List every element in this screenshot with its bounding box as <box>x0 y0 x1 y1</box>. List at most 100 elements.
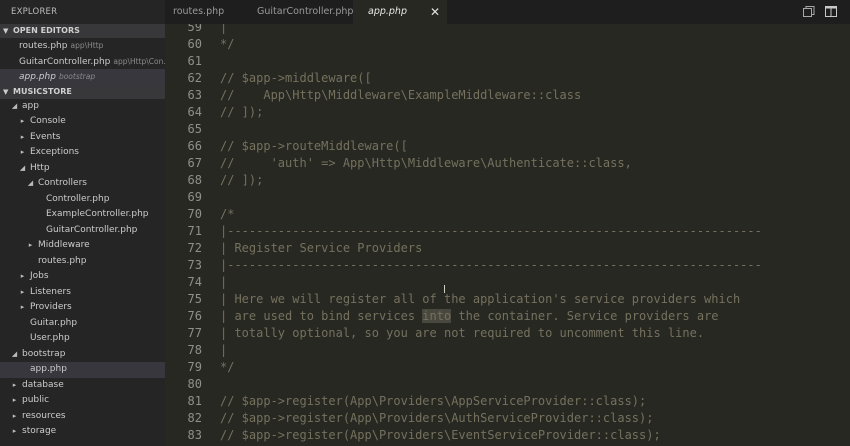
code-text: |---------------------------------------… <box>220 224 762 238</box>
code-text: // $app->routeMiddleware([ <box>220 139 408 153</box>
line-number: 65 <box>187 122 202 136</box>
tree-item-exceptions[interactable]: ▸ Exceptions <box>0 145 165 161</box>
line-number: 78 <box>187 343 202 357</box>
tree-item-jobs[interactable]: ▸ Jobs <box>0 269 165 285</box>
code-text: | totally optional, so you are not requi… <box>220 326 705 340</box>
code-text: // $app->middleware([ <box>220 71 372 85</box>
tree-item-providers[interactable]: ▸ Providers <box>0 300 165 316</box>
line-number: 72 <box>187 241 202 255</box>
code-line: 70 /* <box>165 206 850 223</box>
line-number: 67 <box>187 156 202 170</box>
open-editor-filename: GuitarController.php <box>19 56 111 67</box>
tree-item-label: app <box>22 100 39 111</box>
tree-item-routes-php[interactable]: routes.php <box>0 254 165 270</box>
tree-item-label: Console <box>30 116 66 126</box>
open-editor-item[interactable]: routes.php app\Http <box>0 38 165 54</box>
tree-item-label: database <box>22 379 64 390</box>
code-text: */ <box>220 360 235 374</box>
code-line: 59 | <box>165 24 850 36</box>
code-text: | <box>220 24 228 34</box>
open-editor-item[interactable]: GuitarController.php app\Http\Con... <box>0 54 165 70</box>
line-number: 71 <box>187 224 202 238</box>
tree-item-database[interactable]: ▸ database <box>0 378 165 394</box>
code-text: | <box>220 275 228 289</box>
line-number: 59 <box>187 24 202 34</box>
tree-item-label: Controller.php <box>46 193 110 204</box>
tree-item-label: Middleware <box>38 240 90 250</box>
tab-guitarcontroller[interactable]: GuitarController.php <box>249 0 353 24</box>
split-copy-icon[interactable] <box>803 6 815 17</box>
tree-item-label: Providers <box>30 302 72 312</box>
tree-item-bootstrap[interactable]: ◢ bootstrap <box>0 347 165 363</box>
line-number: 73 <box>187 258 202 272</box>
tree-item-public[interactable]: ▸ public <box>0 393 165 409</box>
code-line: 62 // $app->middleware([ <box>165 70 850 87</box>
close-icon[interactable]: ✕ <box>430 0 440 24</box>
code-line: 67 // 'auth' => App\Http\Middleware\Authe… <box>165 155 850 172</box>
tree-item-label: Exceptions <box>30 147 79 157</box>
tree-item-events[interactable]: ▸ Events <box>0 130 165 146</box>
line-number: 77 <box>187 326 202 340</box>
tree-item-app-php[interactable]: app.php <box>0 362 165 378</box>
code-text: // $app->register(App\Providers\AppServi… <box>220 394 647 408</box>
tree-item-label: resources <box>22 410 66 421</box>
code-text: | are used to bind services into the con… <box>220 309 719 323</box>
open-editor-filename: routes.php <box>19 41 68 51</box>
code-text: // 'auth' => App\Http\Middleware\Authent… <box>220 156 632 170</box>
tree-item-label: routes.php <box>38 255 87 266</box>
caret-right-icon: ▸ <box>20 287 25 296</box>
tree-item-label: public <box>22 395 50 405</box>
code-editor[interactable]: 59 | 60 */ 61 62 // $app->middleware([63 // App… <box>165 24 850 446</box>
code-line: 75 | Here we will register all of the app… <box>165 291 850 308</box>
tree-item-examplecontroller-php[interactable]: ExampleController.php <box>0 207 165 223</box>
tab-label: routes.php <box>173 6 225 17</box>
code-line: 68 // ]); <box>165 172 850 189</box>
tree-item-app[interactable]: ◢ app <box>0 99 165 115</box>
caret-down-icon: ◢ <box>27 179 34 187</box>
split-editor-icon[interactable] <box>825 6 837 17</box>
code-line: 79 */ <box>165 359 850 376</box>
code-line: 80 <box>165 376 850 393</box>
tree-item-label: User.php <box>30 333 70 343</box>
tab-bar: routes.php GuitarController.php app.php … <box>165 0 850 24</box>
open-editors-label: OPEN EDITORS <box>13 26 80 35</box>
project-header[interactable]: ▼ MUSICSTORE <box>0 84 165 99</box>
code-text: */ <box>220 37 235 51</box>
code-line: 69 <box>165 189 850 206</box>
tree-item-user-php[interactable]: User.php <box>0 331 165 347</box>
tree-item-label: storage <box>22 426 57 436</box>
caret-right-icon: ▸ <box>20 117 25 125</box>
code-line: 83 // $app->register(App\Providers\EventS… <box>165 427 850 444</box>
line-number: 79 <box>187 360 202 374</box>
tree-item-label: Jobs <box>30 271 49 281</box>
chevron-down-icon: ▼ <box>3 27 9 35</box>
tree-item-console[interactable]: ▸ Console <box>0 114 165 130</box>
open-editor-filename: app.php <box>19 72 56 82</box>
open-editor-item[interactable]: app.php bootstrap <box>0 69 165 85</box>
tree-item-listeners[interactable]: ▸ Listeners <box>0 285 165 301</box>
tree-item-label: Events <box>30 131 61 142</box>
tree-item-controller-php[interactable]: Controller.php <box>0 192 165 208</box>
tree-item-label: ExampleController.php <box>46 209 149 219</box>
tree-item-label: Controllers <box>38 178 87 188</box>
code-line: 82 // $app->register(App\Providers\AuthSe… <box>165 410 850 427</box>
code-text: /* <box>220 207 235 221</box>
tree-item-label: GuitarController.php <box>46 224 138 235</box>
open-editors-header[interactable]: ▼ OPEN EDITORS <box>0 24 165 38</box>
tree-item-middleware[interactable]: ▸ Middleware <box>0 238 165 254</box>
line-number: 82 <box>187 411 202 425</box>
caret-right-icon: ▸ <box>20 303 25 311</box>
tree-item-controllers[interactable]: ◢ Controllers <box>0 176 165 192</box>
tree-item-guitarcontroller-php[interactable]: GuitarController.php <box>0 223 165 239</box>
code-line: 61 <box>165 53 850 70</box>
tree-item-http[interactable]: ◢ Http <box>0 161 165 177</box>
line-number: 60 <box>187 37 202 51</box>
tree-item-label: Http <box>30 162 50 173</box>
tree-item-guitar-php[interactable]: Guitar.php <box>0 316 165 332</box>
open-editor-path: app\Http\Con... <box>113 56 165 66</box>
tree-item-storage[interactable]: ▸ storage <box>0 424 165 440</box>
line-number: 69 <box>187 190 202 204</box>
tree-item-resources[interactable]: ▸ resources <box>0 409 165 425</box>
word-highlight: into <box>422 309 452 323</box>
tab-routes[interactable]: routes.php <box>165 0 249 24</box>
